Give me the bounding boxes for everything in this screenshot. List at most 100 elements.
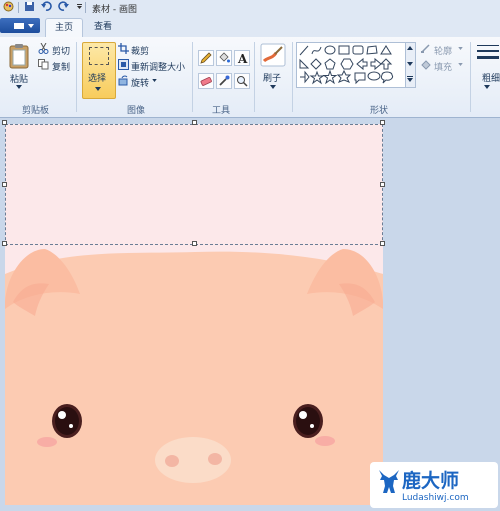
magnifier-icon[interactable] bbox=[234, 73, 250, 89]
scissors-icon bbox=[38, 43, 49, 54]
resize-handle[interactable] bbox=[2, 241, 7, 246]
resize-icon bbox=[118, 59, 129, 70]
shapes-gallery-scroll[interactable] bbox=[405, 42, 416, 88]
six-point-star-shape-icon bbox=[336, 69, 352, 83]
tab-view[interactable]: 查看 bbox=[86, 18, 120, 37]
file-menu-button[interactable] bbox=[0, 18, 40, 33]
polygon-shape-icon bbox=[366, 45, 378, 55]
watermark-brand: 鹿大师 bbox=[402, 470, 460, 492]
menu-icon bbox=[14, 23, 24, 29]
fill-button[interactable]: 填充 bbox=[420, 59, 466, 73]
toolbar-divider bbox=[18, 2, 19, 13]
right-triangle-shape-icon bbox=[299, 58, 310, 69]
oval-shape-icon bbox=[324, 45, 336, 55]
group-divider bbox=[76, 42, 77, 112]
rounded-rectangle-shape-icon bbox=[352, 45, 364, 55]
deer-logo-icon bbox=[379, 470, 399, 493]
resize-handle[interactable] bbox=[2, 182, 7, 187]
pentagon-shape-icon bbox=[324, 58, 336, 70]
group-divider bbox=[254, 42, 255, 112]
clipboard-group-label: 剪贴板 bbox=[22, 106, 50, 116]
shapes-group-label: 形状 bbox=[370, 106, 389, 116]
group-divider bbox=[192, 42, 193, 112]
curve-shape-icon bbox=[311, 46, 322, 55]
rounded-callout-shape-icon bbox=[354, 72, 366, 85]
window-title: 素材 - 画图 bbox=[92, 5, 137, 15]
resize-handle[interactable] bbox=[380, 120, 385, 125]
crop-button[interactable]: 裁剪 bbox=[118, 43, 158, 57]
down-arrow-shape-icon bbox=[300, 70, 310, 84]
more-shapes-icon bbox=[407, 76, 413, 82]
chevron-down-icon bbox=[458, 47, 463, 50]
chevron-down-icon bbox=[270, 85, 276, 89]
select-label: 选择 bbox=[88, 74, 107, 84]
right-arrow-shape-icon bbox=[370, 57, 382, 71]
watermark-url: Ludashiwj.com bbox=[402, 493, 469, 503]
copy-button[interactable]: 复制 bbox=[38, 59, 74, 73]
resize-handle[interactable] bbox=[192, 120, 197, 125]
outline-icon bbox=[421, 44, 430, 53]
cut-button[interactable]: 剪切 bbox=[38, 43, 74, 57]
save-icon[interactable] bbox=[24, 1, 35, 12]
cut-label: 剪切 bbox=[52, 47, 71, 57]
redo-icon[interactable] bbox=[58, 1, 69, 12]
selection-box[interactable] bbox=[5, 124, 383, 245]
chevron-down-icon bbox=[152, 79, 157, 82]
resize-button[interactable]: 重新调整大小 bbox=[118, 59, 190, 73]
triangle-shape-icon bbox=[380, 45, 392, 55]
paint-app-icon bbox=[3, 1, 14, 12]
crop-icon bbox=[118, 43, 129, 54]
chevron-down-icon bbox=[458, 63, 463, 66]
brushes-label: 刷子 bbox=[263, 74, 282, 84]
shapes-grid bbox=[299, 45, 393, 85]
chevron-down-icon bbox=[28, 24, 34, 28]
select-rectangle-icon bbox=[89, 47, 109, 65]
chevron-down-icon bbox=[95, 87, 101, 91]
diamond-shape-icon bbox=[310, 58, 322, 70]
copy-icon bbox=[38, 59, 49, 70]
rotate-button[interactable]: 旋转 bbox=[118, 75, 160, 89]
pencil-icon[interactable] bbox=[198, 50, 214, 66]
line-shape-icon bbox=[299, 45, 309, 56]
resize-handle[interactable] bbox=[380, 241, 385, 246]
size-button[interactable]: 粗细 bbox=[474, 41, 500, 96]
hexagon-shape-icon bbox=[340, 58, 354, 70]
watermark: 鹿大师 Ludashiwj.com bbox=[370, 462, 498, 508]
size-label: 粗细 bbox=[482, 74, 500, 84]
five-point-star-shape-icon bbox=[322, 69, 338, 85]
up-arrow-shape-icon bbox=[379, 58, 393, 70]
rectangle-shape-icon bbox=[338, 45, 350, 55]
rotate-icon bbox=[118, 75, 128, 86]
brush-icon bbox=[260, 43, 286, 67]
title-bar: 素材 - 画图 bbox=[0, 0, 500, 15]
tools-group-label: 工具 bbox=[212, 106, 231, 116]
chevron-down-icon bbox=[407, 62, 413, 66]
fill-icon bbox=[421, 60, 431, 70]
paste-button[interactable]: 粘贴 bbox=[6, 41, 32, 96]
copy-label: 复制 bbox=[52, 63, 71, 73]
group-divider bbox=[292, 42, 293, 112]
paste-label: 粘贴 bbox=[10, 75, 29, 85]
image-group-label: 图像 bbox=[127, 106, 146, 116]
undo-icon[interactable] bbox=[41, 1, 52, 12]
resize-handle[interactable] bbox=[192, 241, 197, 246]
svg-text:A: A bbox=[237, 52, 248, 66]
group-divider bbox=[470, 42, 471, 112]
tab-home[interactable]: 主页 bbox=[45, 18, 83, 38]
customize-dropdown-icon[interactable] bbox=[74, 1, 85, 12]
rotate-label: 旋转 bbox=[131, 79, 150, 89]
fill-label: 填充 bbox=[434, 63, 453, 73]
color-picker-icon[interactable] bbox=[216, 73, 232, 89]
resize-handle[interactable] bbox=[2, 120, 7, 125]
line-width-icon bbox=[477, 45, 499, 59]
resize-handle[interactable] bbox=[380, 182, 385, 187]
brushes-button[interactable]: 刷子 bbox=[258, 41, 288, 96]
crop-label: 裁剪 bbox=[131, 47, 150, 57]
chevron-up-icon bbox=[407, 46, 413, 50]
shapes-gallery[interactable] bbox=[296, 42, 406, 88]
eraser-icon[interactable] bbox=[198, 73, 214, 89]
outline-button[interactable]: 轮廓 bbox=[420, 43, 466, 57]
fill-bucket-icon[interactable] bbox=[216, 50, 232, 66]
chevron-down-icon bbox=[484, 85, 490, 89]
text-tool-icon[interactable]: A bbox=[234, 50, 250, 66]
